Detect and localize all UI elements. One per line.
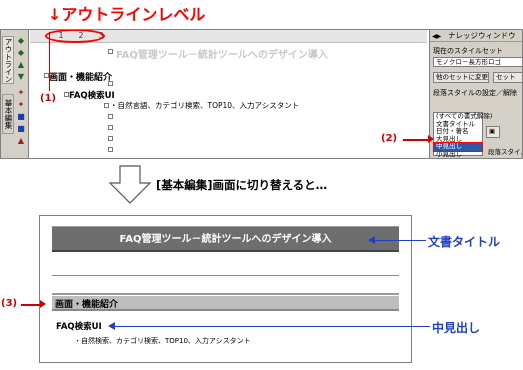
annotation-3-arrowhead bbox=[40, 300, 46, 308]
ruler-highlight-circle bbox=[45, 30, 105, 43]
outline-level-ruler: 1 2 3 bbox=[30, 30, 427, 43]
style-set-select[interactable]: モノクロ－長方形ロゴ bbox=[433, 57, 522, 67]
outline-item[interactable]: ・自然言語、カテゴリ検索、TOP10、入力アシスタント bbox=[110, 100, 299, 111]
set-button[interactable]: セット bbox=[493, 72, 522, 83]
outline-level-caption: ↓アウトラインレベル bbox=[48, 5, 206, 24]
paragraph-style-side-label: 段落スタイル bbox=[488, 148, 522, 156]
doc-title-callout: 文書タイトル bbox=[428, 235, 501, 249]
down-arrow-icon bbox=[108, 165, 152, 204]
doc-title-pointer-arrowhead bbox=[368, 236, 375, 244]
outline-node-marker[interactable] bbox=[108, 81, 113, 86]
outline-node-marker[interactable] bbox=[108, 136, 113, 141]
style-settings-label: 段落スタイルの設定／解除 bbox=[433, 89, 517, 97]
mid-heading-callout: 中見出し bbox=[432, 321, 481, 335]
outline-node-marker[interactable] bbox=[108, 114, 113, 119]
annotation-1-label: (1) bbox=[40, 93, 57, 104]
divider bbox=[52, 275, 399, 276]
format-icon[interactable]: ▲ bbox=[16, 136, 26, 146]
body-item-text[interactable]: ・自然検索、カテゴリ検索、TOP10、入力アシスタント bbox=[74, 336, 251, 346]
switch-caption: [基本編集]画面に切り替えると… bbox=[156, 178, 328, 192]
collapse-icon[interactable]: ✦ bbox=[16, 100, 26, 110]
heading-1-rule bbox=[52, 293, 399, 295]
outline-heading-2[interactable]: FAQ検索UI bbox=[69, 89, 115, 101]
pane-arrows-icon[interactable]: ◀▶ bbox=[432, 31, 441, 43]
knowledge-window: ◀▶ ナレッジウィンドウ 現在のスタイルセット モノクロ－長方形ロゴ 他のセット… bbox=[429, 30, 522, 159]
heading-2-text[interactable]: FAQ検索UI bbox=[56, 320, 102, 332]
annotation-2-arrowhead bbox=[428, 135, 434, 143]
doc-title-pointer-line bbox=[374, 240, 426, 241]
show-all-icon[interactable]: ■ bbox=[16, 124, 26, 134]
basic-editor-screenshot: FAQ管理ツール－統計ツールへのデザイン導入 画面・機能紹介 FAQ検索UI ・… bbox=[39, 215, 412, 363]
demote-icon[interactable]: ◆ bbox=[16, 48, 26, 58]
annotation-3-label: (3) bbox=[1, 298, 18, 309]
paragraph-style-list[interactable]: (すべての書式解除) 文書タイトル 日付・著名 大見出し 中見出し 小見出し bbox=[433, 112, 492, 159]
level-icon[interactable]: ■ bbox=[16, 112, 26, 122]
knowledge-window-title: ◀▶ ナレッジウィンドウ bbox=[430, 30, 522, 43]
left-toolbar: アウトライン 基本編集 ◆ ◆ ▲ ▼ ✦ ✦ ■ ■ ▲ bbox=[1, 30, 29, 158]
style-list-item[interactable]: 小見出し bbox=[434, 150, 482, 159]
annotation-2-arrow bbox=[403, 139, 431, 141]
move-up-icon[interactable]: ▲ bbox=[16, 60, 26, 70]
outline-heading-1[interactable]: 画面・機能紹介 bbox=[49, 70, 112, 83]
annotation-2-label: (2) bbox=[381, 133, 398, 144]
mid-heading-pointer-arrowhead bbox=[108, 322, 115, 330]
knowledge-window-title-text: ナレッジウィンドウ bbox=[448, 31, 516, 40]
outline-node-marker[interactable] bbox=[108, 49, 113, 54]
outline-node-marker[interactable] bbox=[108, 125, 113, 130]
outline-doc-title[interactable]: FAQ管理ツール－統計ツールへのデザイン導入 bbox=[116, 46, 328, 61]
apply-style-icon[interactable]: ▣ bbox=[486, 126, 500, 138]
outline-node-marker[interactable] bbox=[104, 103, 109, 108]
tab-outline[interactable]: アウトライン bbox=[2, 36, 14, 84]
heading-1-bar: 画面・機能紹介 bbox=[52, 296, 399, 311]
doc-title-text[interactable]: FAQ管理ツール－統計ツールへのデザイン導入 bbox=[52, 227, 399, 253]
change-style-set-button[interactable]: 他のセットに変更... bbox=[433, 72, 489, 83]
mid-heading-pointer-line bbox=[114, 326, 430, 327]
move-down-icon[interactable]: ▼ bbox=[16, 72, 26, 82]
heading-1-text[interactable]: 画面・機能紹介 bbox=[55, 297, 118, 310]
annotation-1-line bbox=[49, 32, 50, 91]
outline-area: FAQ管理ツール－統計ツールへのデザイン導入 画面・機能紹介 FAQ検索UI ・… bbox=[30, 43, 427, 158]
tab-basic-edit[interactable]: 基本編集 bbox=[2, 94, 14, 134]
promote-icon[interactable]: ◆ bbox=[16, 36, 26, 46]
outline-node-marker[interactable] bbox=[108, 147, 113, 152]
current-style-label: 現在のスタイルセット bbox=[433, 47, 503, 55]
doc-title-bar: FAQ管理ツール－統計ツールへのデザイン導入 bbox=[52, 226, 399, 252]
expand-icon[interactable]: ✦ bbox=[16, 88, 26, 98]
outline-editor-screenshot: アウトライン 基本編集 ◆ ◆ ▲ ▼ ✦ ✦ ■ ■ ▲ 1 2 3 FAQ管… bbox=[0, 29, 523, 159]
